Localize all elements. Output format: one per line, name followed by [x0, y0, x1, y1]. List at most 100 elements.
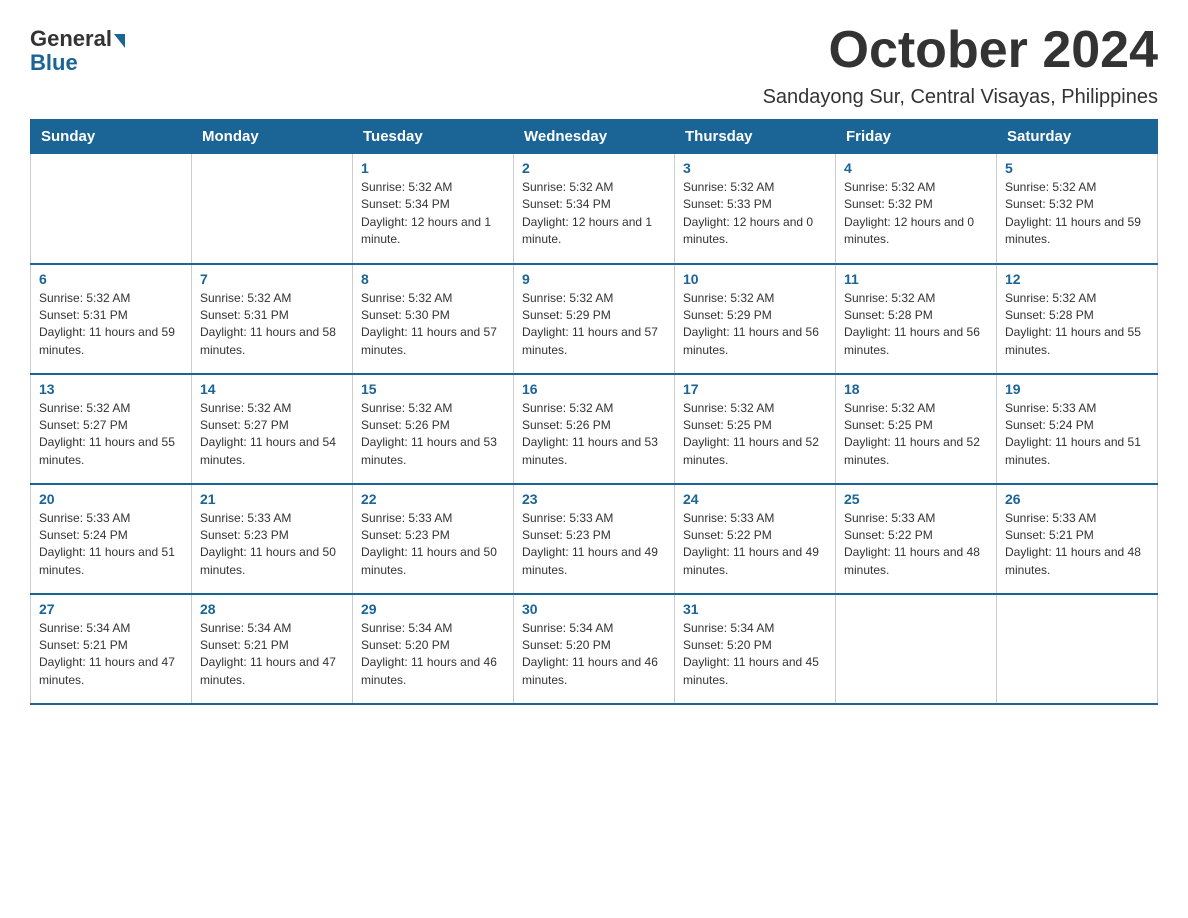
- day-number: 22: [361, 491, 505, 507]
- calendar-week-row: 1Sunrise: 5:32 AM Sunset: 5:34 PM Daylig…: [31, 154, 1158, 264]
- title-block: October 2024: [829, 20, 1159, 80]
- day-number: 7: [200, 271, 344, 287]
- day-info: Sunrise: 5:32 AM Sunset: 5:28 PM Dayligh…: [1005, 290, 1149, 360]
- day-number: 18: [844, 381, 988, 397]
- logo-general-text: General: [30, 28, 112, 50]
- day-number: 27: [39, 601, 183, 617]
- calendar-cell: 26 Sunrise: 5:33 AM Sunset: 5:21 PM Dayli…: [997, 484, 1158, 594]
- calendar-cell: [836, 594, 997, 704]
- calendar-cell: 3Sunrise: 5:32 AM Sunset: 5:33 PM Daylig…: [675, 154, 836, 264]
- calendar-table: SundayMondayTuesdayWednesdayThursdayFrid…: [30, 119, 1158, 705]
- calendar-week-row: 13Sunrise: 5:32 AM Sunset: 5:27 PM Dayli…: [31, 374, 1158, 484]
- day-info: Sunrise: 5:33 AM Sunset: 5:24 PM Dayligh…: [1005, 400, 1149, 470]
- day-info: Sunrise: 5:32 AM Sunset: 5:26 PM Dayligh…: [361, 400, 505, 470]
- calendar-cell: 13Sunrise: 5:32 AM Sunset: 5:27 PM Dayli…: [31, 374, 192, 484]
- day-header-sunday: Sunday: [31, 120, 192, 154]
- day-header-tuesday: Tuesday: [353, 120, 514, 154]
- day-info: Sunrise: 5:33 AM Sunset: 5:23 PM Dayligh…: [361, 510, 505, 580]
- day-info: Sunrise: 5:32 AM Sunset: 5:29 PM Dayligh…: [683, 290, 827, 360]
- day-number: 1: [361, 160, 505, 176]
- calendar-cell: 30Sunrise: 5:34 AM Sunset: 5:20 PM Dayli…: [514, 594, 675, 704]
- days-header-row: SundayMondayTuesdayWednesdayThursdayFrid…: [31, 120, 1158, 154]
- page-header: General Blue October 2024: [30, 20, 1158, 80]
- calendar-cell: 8 Sunrise: 5:32 AM Sunset: 5:30 PM Daylig…: [353, 264, 514, 374]
- day-info: Sunrise: 5:34 AM Sunset: 5:20 PM Dayligh…: [361, 620, 505, 690]
- day-number: 5: [1005, 160, 1149, 176]
- day-number: 2: [522, 160, 666, 176]
- day-number: 12: [1005, 271, 1149, 287]
- day-info: Sunrise: 5:32 AM Sunset: 5:32 PM Dayligh…: [844, 179, 988, 249]
- day-number: 29: [361, 601, 505, 617]
- location-subtitle: Sandayong Sur, Central Visayas, Philippi…: [30, 86, 1158, 109]
- day-info: Sunrise: 5:32 AM Sunset: 5:25 PM Dayligh…: [683, 400, 827, 470]
- day-number: 4: [844, 160, 988, 176]
- day-info: Sunrise: 5:33 AM Sunset: 5:22 PM Dayligh…: [844, 510, 988, 580]
- calendar-cell: [997, 594, 1158, 704]
- calendar-cell: 20 Sunrise: 5:33 AM Sunset: 5:24 PM Dayli…: [31, 484, 192, 594]
- calendar-cell: 25 Sunrise: 5:33 AM Sunset: 5:22 PM Dayli…: [836, 484, 997, 594]
- day-info: Sunrise: 5:32 AM Sunset: 5:27 PM Dayligh…: [39, 400, 183, 470]
- calendar-week-row: 6 Sunrise: 5:32 AM Sunset: 5:31 PM Daylig…: [31, 264, 1158, 374]
- calendar-cell: 10 Sunrise: 5:32 AM Sunset: 5:29 PM Dayli…: [675, 264, 836, 374]
- day-info: Sunrise: 5:32 AM Sunset: 5:28 PM Dayligh…: [844, 290, 988, 360]
- day-number: 24: [683, 491, 827, 507]
- logo: General Blue: [30, 28, 125, 76]
- day-number: 28: [200, 601, 344, 617]
- day-info: Sunrise: 5:33 AM Sunset: 5:23 PM Dayligh…: [200, 510, 344, 580]
- calendar-cell: 4 Sunrise: 5:32 AM Sunset: 5:32 PM Daylig…: [836, 154, 997, 264]
- calendar-cell: 5Sunrise: 5:32 AM Sunset: 5:32 PM Daylig…: [997, 154, 1158, 264]
- day-info: Sunrise: 5:33 AM Sunset: 5:23 PM Dayligh…: [522, 510, 666, 580]
- calendar-cell: 19 Sunrise: 5:33 AM Sunset: 5:24 PM Dayli…: [997, 374, 1158, 484]
- calendar-cell: 9 Sunrise: 5:32 AM Sunset: 5:29 PM Daylig…: [514, 264, 675, 374]
- calendar-cell: 15Sunrise: 5:32 AM Sunset: 5:26 PM Dayli…: [353, 374, 514, 484]
- day-number: 6: [39, 271, 183, 287]
- day-info: Sunrise: 5:34 AM Sunset: 5:21 PM Dayligh…: [200, 620, 344, 690]
- day-header-wednesday: Wednesday: [514, 120, 675, 154]
- calendar-cell: 27 Sunrise: 5:34 AM Sunset: 5:21 PM Dayli…: [31, 594, 192, 704]
- day-info: Sunrise: 5:32 AM Sunset: 5:25 PM Dayligh…: [844, 400, 988, 470]
- calendar-week-row: 20 Sunrise: 5:33 AM Sunset: 5:24 PM Dayli…: [31, 484, 1158, 594]
- calendar-cell: 17Sunrise: 5:32 AM Sunset: 5:25 PM Dayli…: [675, 374, 836, 484]
- day-number: 9: [522, 271, 666, 287]
- calendar-cell: 12 Sunrise: 5:32 AM Sunset: 5:28 PM Dayli…: [997, 264, 1158, 374]
- calendar-cell: [192, 154, 353, 264]
- calendar-cell: 21 Sunrise: 5:33 AM Sunset: 5:23 PM Dayli…: [192, 484, 353, 594]
- day-number: 8: [361, 271, 505, 287]
- calendar-cell: 29 Sunrise: 5:34 AM Sunset: 5:20 PM Dayli…: [353, 594, 514, 704]
- calendar-cell: 16Sunrise: 5:32 AM Sunset: 5:26 PM Dayli…: [514, 374, 675, 484]
- calendar-cell: 23 Sunrise: 5:33 AM Sunset: 5:23 PM Dayli…: [514, 484, 675, 594]
- day-number: 26: [1005, 491, 1149, 507]
- calendar-cell: 18 Sunrise: 5:32 AM Sunset: 5:25 PM Dayli…: [836, 374, 997, 484]
- day-number: 23: [522, 491, 666, 507]
- day-info: Sunrise: 5:32 AM Sunset: 5:27 PM Dayligh…: [200, 400, 344, 470]
- day-info: Sunrise: 5:32 AM Sunset: 5:31 PM Dayligh…: [200, 290, 344, 360]
- calendar-cell: [31, 154, 192, 264]
- day-info: Sunrise: 5:34 AM Sunset: 5:21 PM Dayligh…: [39, 620, 183, 690]
- day-info: Sunrise: 5:33 AM Sunset: 5:24 PM Dayligh…: [39, 510, 183, 580]
- day-info: Sunrise: 5:33 AM Sunset: 5:21 PM Dayligh…: [1005, 510, 1149, 580]
- day-number: 19: [1005, 381, 1149, 397]
- day-info: Sunrise: 5:32 AM Sunset: 5:30 PM Dayligh…: [361, 290, 505, 360]
- calendar-cell: 28 Sunrise: 5:34 AM Sunset: 5:21 PM Dayli…: [192, 594, 353, 704]
- day-header-friday: Friday: [836, 120, 997, 154]
- calendar-cell: 2Sunrise: 5:32 AM Sunset: 5:34 PM Daylig…: [514, 154, 675, 264]
- calendar-week-row: 27 Sunrise: 5:34 AM Sunset: 5:21 PM Dayli…: [31, 594, 1158, 704]
- day-number: 31: [683, 601, 827, 617]
- day-number: 10: [683, 271, 827, 287]
- day-info: Sunrise: 5:32 AM Sunset: 5:33 PM Dayligh…: [683, 179, 827, 249]
- calendar-cell: 6 Sunrise: 5:32 AM Sunset: 5:31 PM Daylig…: [31, 264, 192, 374]
- day-number: 21: [200, 491, 344, 507]
- calendar-cell: 24Sunrise: 5:33 AM Sunset: 5:22 PM Dayli…: [675, 484, 836, 594]
- month-year-title: October 2024: [829, 20, 1159, 80]
- day-info: Sunrise: 5:32 AM Sunset: 5:31 PM Dayligh…: [39, 290, 183, 360]
- calendar-cell: 22 Sunrise: 5:33 AM Sunset: 5:23 PM Dayli…: [353, 484, 514, 594]
- calendar-cell: 1Sunrise: 5:32 AM Sunset: 5:34 PM Daylig…: [353, 154, 514, 264]
- calendar-cell: 14Sunrise: 5:32 AM Sunset: 5:27 PM Dayli…: [192, 374, 353, 484]
- day-header-monday: Monday: [192, 120, 353, 154]
- calendar-cell: 11Sunrise: 5:32 AM Sunset: 5:28 PM Dayli…: [836, 264, 997, 374]
- logo-arrow-icon: [114, 34, 125, 48]
- calendar-cell: 31Sunrise: 5:34 AM Sunset: 5:20 PM Dayli…: [675, 594, 836, 704]
- day-number: 25: [844, 491, 988, 507]
- day-number: 20: [39, 491, 183, 507]
- day-info: Sunrise: 5:32 AM Sunset: 5:29 PM Dayligh…: [522, 290, 666, 360]
